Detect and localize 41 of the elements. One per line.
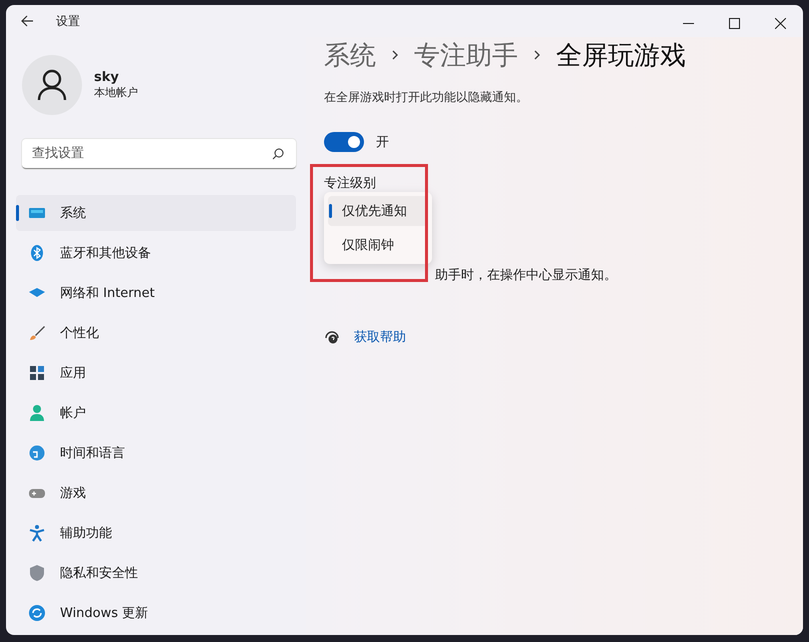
sidebar-item[interactable]: 隐私和安全性 <box>16 555 296 591</box>
brush-icon <box>28 324 46 342</box>
apps-icon <box>28 364 46 382</box>
menu-item[interactable]: 仅优先通知 <box>328 196 428 226</box>
sidebar-item[interactable]: 个性化 <box>16 315 296 351</box>
breadcrumb-link[interactable]: 系统 <box>324 38 376 72</box>
bluetooth-icon <box>28 244 46 262</box>
sidebar-item[interactable]: 应用 <box>16 355 296 391</box>
page-title: 全屏玩游戏 <box>556 40 686 72</box>
chevron-icon <box>532 49 542 61</box>
window-title: 设置 <box>56 12 80 30</box>
sidebar-item[interactable]: 蓝牙和其他设备 <box>16 235 296 271</box>
sidebar-item[interactable]: 系统 <box>16 195 296 231</box>
close-icon <box>774 18 786 28</box>
chevron-icon <box>390 49 400 61</box>
breadcrumb-link[interactable]: 专注助手 <box>414 38 518 72</box>
account-name: sky <box>94 70 120 85</box>
globe-icon <box>28 444 46 462</box>
shield-icon <box>28 564 46 582</box>
sidebar-item[interactable]: 时间和语言 <box>16 435 296 471</box>
toggle-switch[interactable] <box>324 132 364 152</box>
maximize-icon <box>728 18 740 28</box>
sidebar-item[interactable]: 帐户 <box>16 395 296 431</box>
account-type: 本地帐户 <box>94 85 138 100</box>
option-text: 助手时，在操作中心显示通知。 <box>435 267 617 284</box>
update-icon <box>28 604 46 622</box>
accessibility-icon <box>28 524 46 542</box>
sidebar-item[interactable]: 游戏 <box>16 475 296 511</box>
sidebar-item[interactable]: 辅助功能 <box>16 515 296 551</box>
search-field[interactable]: 查找设置 <box>22 139 296 169</box>
toggle-label: 开 <box>376 134 389 151</box>
help-icon <box>324 329 340 345</box>
menu-item[interactable]: 仅限闹钟 <box>328 230 428 260</box>
back-icon[interactable] <box>20 14 34 28</box>
sidebar-item[interactable]: 网络和 Internet <box>16 275 296 311</box>
field-label: 专注级别 <box>324 175 376 192</box>
description-text: 在全屏游戏时打开此功能以隐藏通知。 <box>324 89 529 106</box>
search-icon[interactable] <box>272 148 284 160</box>
help-link[interactable]: 获取帮助 <box>354 328 406 346</box>
person-icon <box>28 404 46 422</box>
sidebar-item[interactable]: Windows 更新 <box>16 595 296 631</box>
